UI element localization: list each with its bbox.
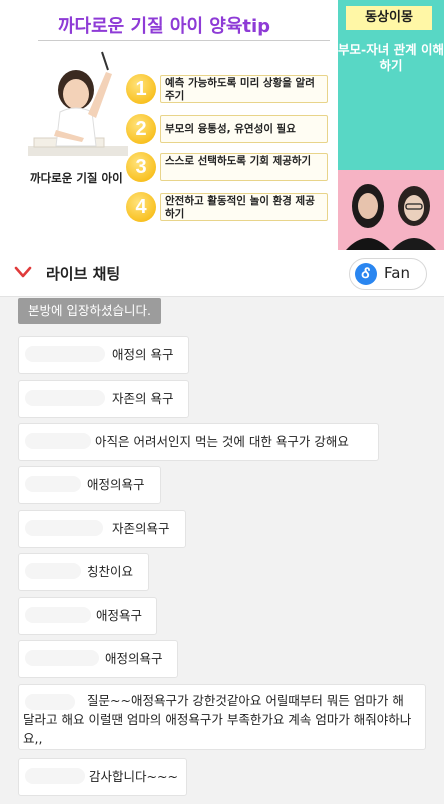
tip-item-3: 3 스스로 선택하도록 기회 제공하기 — [126, 152, 330, 182]
redacted-username — [25, 520, 103, 536]
message-text: 애정의 욕구 — [112, 347, 174, 362]
video-player[interactable]: 까다로운 기질 아이 양육tip 까다로운 기질 아이 1 예측 가능하도록 미… — [0, 0, 444, 250]
episode-side-panel: 동상이몽 부모-자녀 관계 이해하기 — [338, 0, 444, 170]
chat-message: 감사합니다~~~ — [18, 758, 187, 796]
chat-message: 애정욕구 — [18, 597, 157, 635]
chat-message: 자존의욕구 — [18, 510, 186, 548]
live-chat-header: 라이브 채팅 Ꮄ Fan — [0, 250, 444, 297]
system-message: 본방에 입장하셨습니다. — [18, 298, 161, 324]
chat-message: 칭찬이요 — [18, 553, 149, 591]
chat-message: 애정의욕구 — [18, 640, 178, 678]
tip-number-badge: 3 — [126, 152, 156, 182]
message-text: 질문~~애정욕구가 강한것같아요 어릴때부터 뭐든 엄마가 해달라고 해요 이럴… — [23, 693, 412, 746]
message-text: 감사합니다~~~ — [89, 769, 178, 784]
fan-label: Fan — [384, 264, 410, 282]
girl-caption: 까다로운 기질 아이 — [30, 171, 123, 185]
message-text: 자존의 욕구 — [112, 391, 174, 406]
tip-number-badge: 4 — [126, 192, 156, 222]
tip-text: 스스로 선택하도록 기회 제공하기 — [160, 153, 328, 181]
tip-item-1: 1 예측 가능하도록 미리 상황을 알려주기 — [126, 74, 330, 104]
chat-message: 질문~~애정욕구가 강한것같아요 어릴때부터 뭐든 엄마가 해달라고 해요 이럴… — [18, 684, 426, 750]
tip-text: 부모의 융통성, 유연성이 필요 — [160, 115, 328, 143]
message-text: 애정의욕구 — [87, 477, 145, 492]
chat-message: 자존의 욕구 — [18, 380, 189, 418]
message-text: 아직은 어려서인지 먹는 것에 대한 욕구가 강해요 — [95, 434, 349, 449]
redacted-username — [25, 563, 81, 579]
redacted-username — [25, 650, 99, 666]
show-badge: 동상이몽 — [346, 6, 432, 30]
tip-text: 예측 가능하도록 미리 상황을 알려주기 — [160, 75, 328, 103]
redacted-username — [25, 607, 91, 623]
title-divider — [38, 40, 330, 41]
chat-message: 애정의욕구 — [18, 466, 161, 504]
message-text: 칭찬이요 — [87, 564, 134, 579]
girl-illustration — [28, 51, 128, 156]
tip-item-4: 4 안전하고 활동적인 놀이 환경 제공하기 — [126, 192, 330, 222]
chevron-down-icon[interactable] — [14, 265, 32, 279]
redacted-username — [25, 768, 85, 784]
redacted-username — [25, 476, 81, 492]
fan-icon: Ꮄ — [355, 263, 377, 285]
chat-message: 아직은 어려서인지 먹는 것에 대한 욕구가 강해요 — [18, 423, 379, 461]
fan-button[interactable]: Ꮄ Fan — [349, 258, 427, 290]
message-text: 애정욕구 — [96, 608, 143, 623]
redacted-username — [25, 433, 91, 449]
message-text: 자존의욕구 — [112, 521, 170, 536]
tip-number-badge: 2 — [126, 114, 156, 144]
chat-message: 애정의 욕구 — [18, 336, 189, 374]
episode-topic: 부모-자녀 관계 이해하기 — [338, 42, 444, 73]
redacted-username — [25, 390, 105, 406]
chat-message-list[interactable]: 본방에 입장하셨습니다. 애정의 욕구 자존의 욕구 아직은 어려서인지 먹는 … — [0, 296, 444, 804]
message-text: 애정의욕구 — [105, 651, 163, 666]
slide-title: 까다로운 기질 아이 양육tip — [58, 16, 271, 37]
tip-number-badge: 1 — [126, 74, 156, 104]
presenter-camera — [338, 170, 444, 250]
tip-text: 안전하고 활동적인 놀이 환경 제공하기 — [160, 193, 328, 221]
tip-item-2: 2 부모의 융통성, 유연성이 필요 — [126, 114, 330, 144]
lecture-slide: 까다로운 기질 아이 양육tip 까다로운 기질 아이 1 예측 가능하도록 미… — [0, 0, 338, 250]
chat-title: 라이브 채팅 — [46, 265, 121, 283]
redacted-username — [25, 346, 105, 362]
